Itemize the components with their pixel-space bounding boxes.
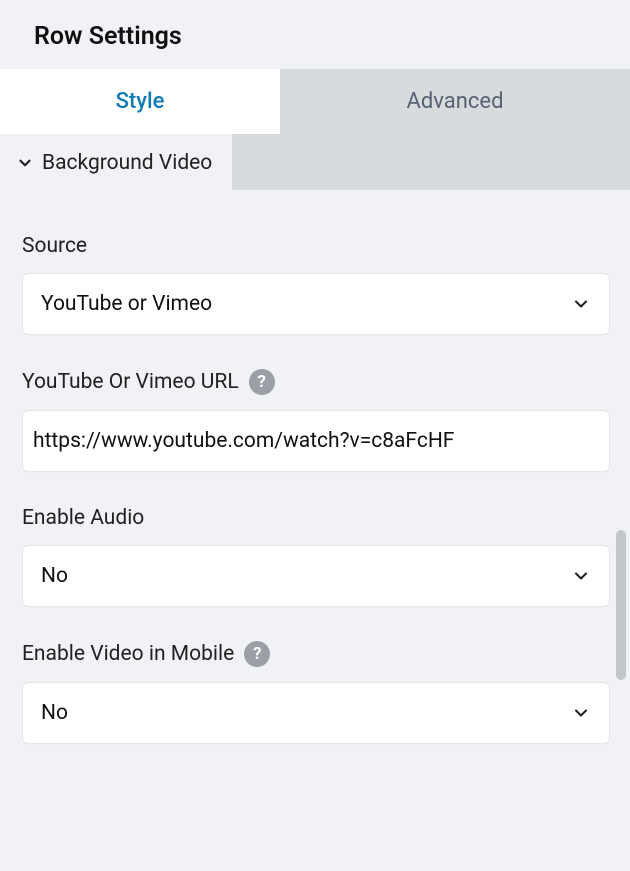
scrollbar[interactable] bbox=[616, 530, 626, 680]
page-title: Row Settings bbox=[34, 22, 630, 51]
chevron-down-icon bbox=[571, 703, 591, 723]
help-icon[interactable]: ? bbox=[249, 369, 275, 395]
help-icon[interactable]: ? bbox=[244, 641, 270, 667]
tabs: Style Advanced bbox=[0, 69, 630, 134]
enable-video-mobile-select-value: No bbox=[41, 701, 68, 725]
chevron-down-icon bbox=[16, 154, 34, 172]
field-url-label: YouTube Or Vimeo URL bbox=[22, 370, 239, 394]
tab-advanced[interactable]: Advanced bbox=[280, 69, 630, 134]
enable-audio-select[interactable]: No bbox=[22, 545, 610, 607]
field-enable-video-mobile-label: Enable Video in Mobile bbox=[22, 642, 234, 666]
enable-video-mobile-select[interactable]: No bbox=[22, 682, 610, 744]
field-enable-audio-label: Enable Audio bbox=[22, 506, 144, 530]
chevron-down-icon bbox=[571, 294, 591, 314]
chevron-down-icon bbox=[571, 566, 591, 586]
field-enable-audio: Enable Audio No bbox=[22, 506, 610, 607]
url-input[interactable] bbox=[22, 410, 610, 472]
field-source-label: Source bbox=[22, 234, 87, 258]
source-select-value: YouTube or Vimeo bbox=[41, 292, 212, 316]
field-source: Source YouTube or Vimeo bbox=[22, 234, 610, 335]
field-url: YouTube Or Vimeo URL ? bbox=[22, 369, 610, 472]
section-background-video-label: Background Video bbox=[42, 151, 212, 175]
section-tabs: Background Video bbox=[0, 134, 630, 190]
enable-audio-select-value: No bbox=[41, 564, 68, 588]
source-select[interactable]: YouTube or Vimeo bbox=[22, 273, 610, 335]
field-enable-video-mobile: Enable Video in Mobile ? No bbox=[22, 641, 610, 744]
panel-background-video: Source YouTube or Vimeo YouTube Or Vimeo… bbox=[0, 190, 630, 744]
section-background-video[interactable]: Background Video bbox=[0, 134, 232, 190]
tab-style[interactable]: Style bbox=[0, 69, 280, 134]
section-tab-filler bbox=[232, 134, 630, 190]
page-header: Row Settings bbox=[0, 0, 630, 69]
